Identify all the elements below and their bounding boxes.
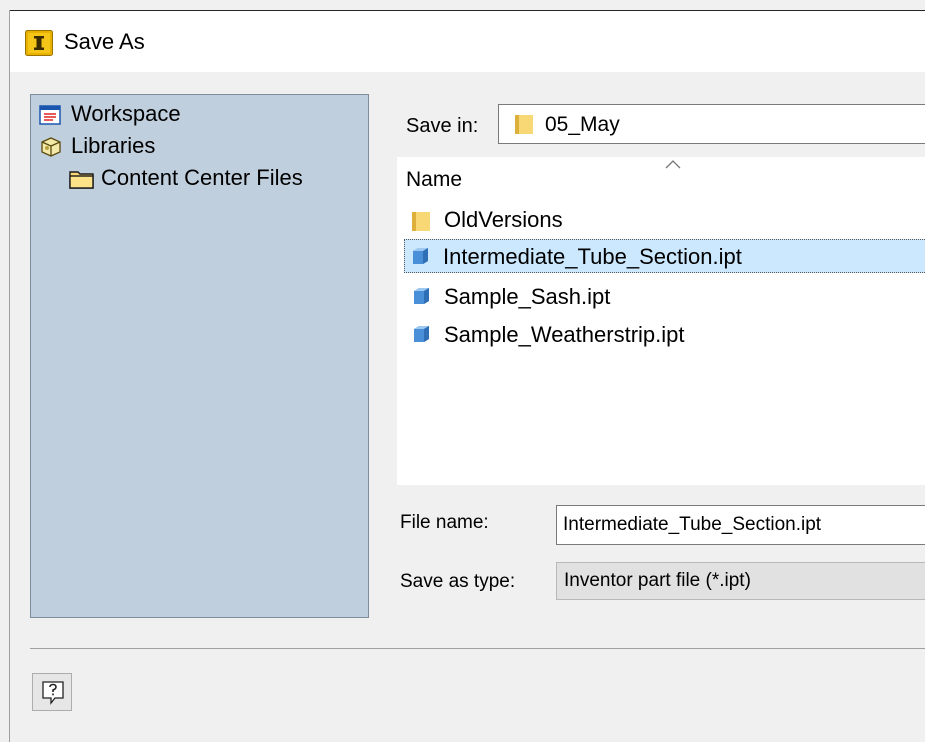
part-file-icon: [413, 248, 428, 264]
folder-icon: [69, 171, 94, 189]
inventor-app-icon: [25, 30, 53, 56]
sort-ascending-icon[interactable]: [665, 159, 681, 169]
tree-item-label: Content Center Files: [101, 165, 303, 190]
file-list[interactable]: Name OldVersions Intermediate_Tube_Secti…: [397, 157, 925, 485]
save-in-value: 05_May: [545, 113, 620, 136]
part-file-icon: [414, 288, 429, 304]
locations-pane[interactable]: Workspace Libraries Content Center Files: [30, 94, 369, 618]
list-item-sample-weatherstrip[interactable]: Sample_Weatherstrip.ipt: [405, 317, 925, 351]
save-as-type-value: Inventor part file (*.ipt): [564, 570, 751, 591]
save-in-label: Save in:: [406, 115, 479, 137]
list-item-sample-sash[interactable]: Sample_Sash.ipt: [405, 279, 925, 313]
separator: [30, 648, 925, 649]
list-item-oldversions[interactable]: OldVersions: [405, 202, 925, 236]
file-name-text: Sample_Weatherstrip.ipt: [444, 322, 685, 347]
file-name-input[interactable]: [556, 505, 925, 545]
help-icon: [42, 681, 64, 705]
folder-icon: [412, 212, 430, 231]
folder-icon: [515, 115, 533, 134]
help-button[interactable]: [32, 673, 72, 711]
workspace-icon: [39, 105, 61, 125]
file-name-text: Sample_Sash.ipt: [444, 284, 611, 309]
list-item-intermediate-tube-section[interactable]: Intermediate_Tube_Section.ipt: [404, 239, 925, 273]
tree-item-label: Libraries: [71, 133, 156, 158]
libraries-icon: [41, 137, 61, 157]
column-header-name[interactable]: Name: [406, 167, 462, 193]
save-as-type-label: Save as type:: [400, 571, 516, 592]
tree-item-label: Workspace: [71, 101, 181, 126]
save-in-dropdown[interactable]: 05_May: [498, 104, 925, 144]
save-as-type-dropdown[interactable]: Inventor part file (*.ipt): [556, 562, 925, 600]
window-border-left: [9, 10, 10, 742]
title-bar[interactable]: [10, 11, 925, 72]
window-title: Save As: [64, 29, 145, 54]
file-name-label: File name:: [400, 512, 489, 533]
part-file-icon: [414, 326, 429, 342]
file-name-text: OldVersions: [444, 207, 563, 232]
file-name-text: Intermediate_Tube_Section.ipt: [443, 244, 742, 269]
